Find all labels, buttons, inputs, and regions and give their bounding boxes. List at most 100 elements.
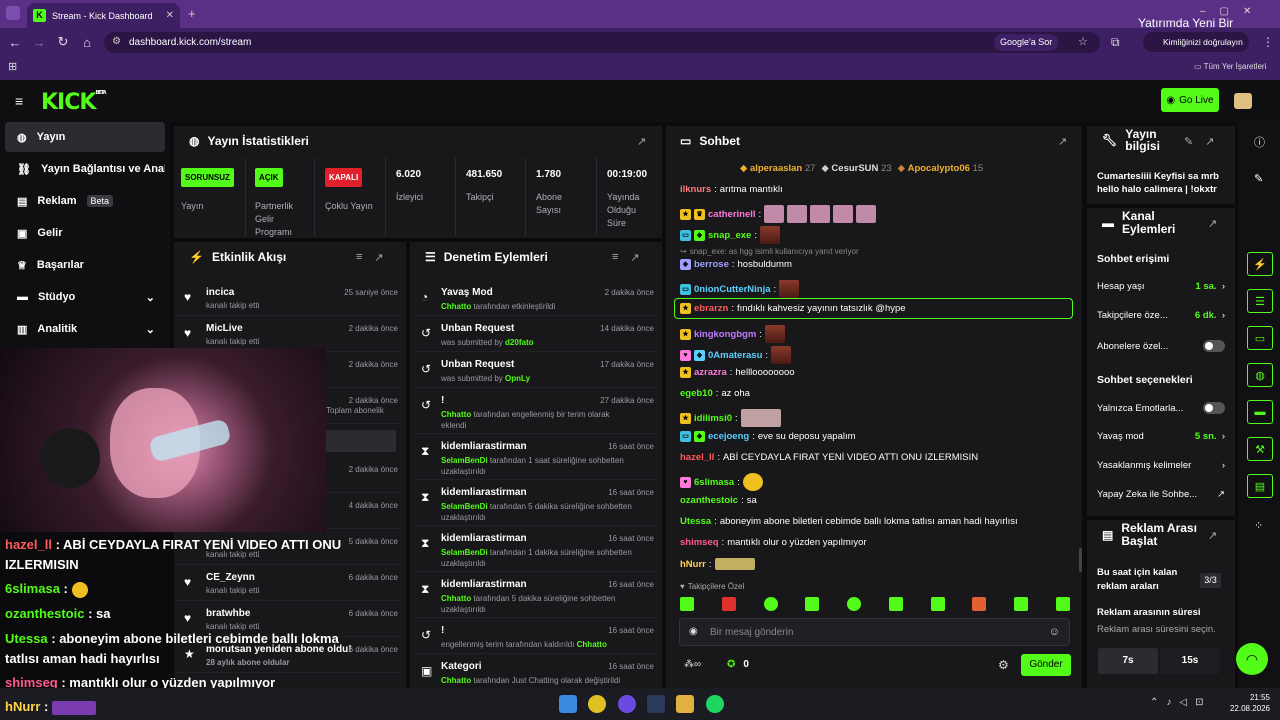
hamburger-menu-icon[interactable]: ≡ (15, 93, 23, 109)
list-icon[interactable]: ☰ (1247, 289, 1273, 313)
emotes-only-toggle[interactable] (1203, 402, 1225, 414)
emote-icon[interactable] (680, 597, 694, 611)
forward-icon[interactable]: → (27, 35, 51, 50)
tab-search-icon[interactable] (6, 6, 20, 20)
sidebar-item-achievements[interactable]: ♕ Başarılar (5, 250, 165, 280)
emotes-only-row[interactable]: Yalnızca Emotlarla... (1097, 402, 1225, 414)
subs-only-row[interactable]: Abonelere özel... (1097, 340, 1225, 352)
followers-only-row[interactable]: Takipçilere öze... 6 dk. › (1097, 310, 1225, 321)
ad-duration-15s-button[interactable]: 15s (1160, 648, 1220, 674)
list-item[interactable]: ⧗ kidemliarastirman Chhatto tarafından 5 d… (413, 573, 658, 618)
sidebar-item-revenue[interactable]: ▣ Gelir (5, 218, 165, 248)
chat-message[interactable]: ◈ berrose: hosbuldumm (680, 259, 792, 270)
list-item[interactable]: ♥ CE_Zeynn kanalı takip etti 6 dakika önce (176, 566, 402, 601)
home-icon[interactable]: ⌂ (75, 35, 99, 50)
chat-icon[interactable]: ▭ (1247, 326, 1273, 350)
emote-icon[interactable] (721, 597, 736, 611)
expand-icon[interactable]: ↗ (1208, 529, 1217, 542)
expand-icon[interactable]: ↗ (1058, 135, 1067, 148)
filter-icon[interactable]: ≡ (356, 251, 362, 264)
broadcast-icon[interactable]: ◍ (1247, 363, 1273, 387)
channel-points[interactable]: ✪ 0 (727, 659, 749, 670)
close-tab-icon[interactable]: ✕ (166, 10, 174, 21)
chat-message[interactable]: ★ idilimsi0: (680, 409, 781, 427)
sidebar-item-stream-key[interactable]: ⛓ Yayın Bağlantısı ve Anahtarı (5, 154, 165, 184)
sidebar-item-analytics[interactable]: ▥ Analitik ⌄ (5, 314, 165, 344)
extensions-icon[interactable]: ⧉ (1111, 35, 1120, 50)
apps-icon[interactable]: ⁘ (1254, 519, 1263, 532)
account-age-row[interactable]: Hesap yaşı 1 sa. › (1097, 281, 1225, 292)
info-icon[interactable]: ⓘ (1254, 134, 1265, 150)
kick-logo[interactable]: KICKBETA (41, 90, 107, 115)
gifter-item[interactable]: ◆ alperaaslan 27 (740, 163, 815, 174)
list-item[interactable]: ◔ Yavaş Mod Chhatto tarafından etkinleştir… (413, 281, 658, 316)
go-live-button[interactable]: ◉ Go Live (1161, 88, 1219, 112)
chrome-icon[interactable] (588, 695, 606, 713)
ai-chat-row[interactable]: Yapay Zeka ile Sohbe... ↗ (1097, 489, 1225, 500)
apps-icon[interactable]: ⊞ (8, 60, 17, 73)
chat-message[interactable]: ♥ 6slimasa: (680, 473, 763, 491)
expand-icon[interactable]: ↗ (374, 251, 383, 264)
chat-settings-icon[interactable]: ▬ (1247, 400, 1273, 424)
gifter-item[interactable]: ◆ Apocalypto06 15 (898, 163, 983, 174)
chat-message[interactable]: hNurr: (680, 558, 755, 570)
emoji-icon[interactable]: ☺ (1049, 626, 1060, 638)
chat-message[interactable]: ♥ ◈ 0Amaterasu: (680, 346, 792, 364)
chat-message[interactable]: ▭ 0nionCutterNinja: (680, 280, 800, 298)
emote-icon[interactable] (763, 597, 778, 611)
sidebar-item-stream[interactable]: ◍ Yayın (5, 122, 165, 152)
file-explorer-icon[interactable] (676, 695, 694, 713)
expand-icon[interactable]: ↗ (1208, 217, 1217, 230)
steam-icon[interactable] (647, 695, 665, 713)
edit-icon[interactable]: ✎ (1254, 172, 1263, 185)
emote-icon[interactable] (1055, 597, 1070, 611)
discord-icon[interactable] (618, 695, 636, 713)
subs-only-toggle[interactable] (1203, 340, 1225, 352)
list-item[interactable]: ♥ incica kanalı takip etti 25 saniye önce (176, 281, 402, 316)
chat-scrollbar[interactable] (1079, 548, 1082, 572)
identity-button[interactable]: Kimliğinizi doğrulayın (1143, 32, 1249, 52)
sidebar-item-studio[interactable]: ▬ Stüdyo ⌄ (5, 282, 165, 312)
wrench-icon[interactable]: ⚒ (1247, 437, 1273, 461)
list-item[interactable]: ↺ Unban Request was submitted by d20fato 14… (413, 317, 658, 352)
send-button[interactable]: Gönder (1021, 654, 1071, 676)
emote-icon[interactable] (1014, 597, 1029, 611)
list-item[interactable]: ↺ Unban Request was submitted by OpnLy 17 d… (413, 353, 658, 388)
bookmark-star-icon[interactable]: ☆ (1078, 35, 1088, 48)
back-icon[interactable]: ← (3, 35, 27, 50)
ad-icon[interactable]: ▤ (1247, 474, 1273, 498)
system-tray-icons[interactable]: ⌃♪◁⊡ (1150, 697, 1211, 708)
chat-message[interactable]: ▭ ◈ snap_exe: (680, 226, 780, 244)
list-item[interactable]: ⧗ kidemliarastirman SelamBenDi tarafından … (413, 481, 658, 526)
google-ask-button[interactable]: Google'a Sor (994, 34, 1059, 51)
omnibox[interactable]: ⚙ dashboard.kick.com/stream Google'a Sor… (104, 32, 1100, 53)
list-item[interactable]: ♥ MicLive kanalı takip etti 2 dakika önce (176, 317, 402, 352)
sidebar-item-ads[interactable]: ▤ Reklam Beta (5, 186, 165, 216)
chat-actions-icon[interactable]: ⁂∞ (684, 659, 701, 670)
browser-tab[interactable]: K Stream - Kick Dashboard ✕ (27, 3, 180, 28)
chat-message[interactable]: shimseq: mantıklı olur o yüzden yapılmıyo… (680, 537, 867, 548)
all-bookmarks[interactable]: ▭ Tüm Yer İşaretleri (1194, 62, 1266, 71)
list-item[interactable]: ↺! Chhatto tarafından engellenmiş bir ter… (413, 389, 658, 434)
chat-message[interactable]: ★ ♛ catherinell: (680, 205, 877, 223)
banned-words-row[interactable]: Yasaklanmış kelimeler › (1097, 460, 1225, 471)
chat-message[interactable]: ilknurs: arıtma mantıklı (680, 184, 783, 195)
clock[interactable]: 21:55 22.08.2026 (1228, 692, 1270, 714)
chat-message[interactable]: ★ azrazra: hellloooooooo (680, 367, 795, 378)
list-item[interactable]: ⧗ kidemliarastirman SelamBenDi tarafından … (413, 527, 658, 572)
filter-icon[interactable]: ≡ (612, 251, 618, 264)
chat-message[interactable]: ▭ ◈ ecejoeng: eve su deposu yapalım (680, 431, 856, 442)
list-item[interactable]: ▣ Kategori Chhatto tarafından Just Chattin… (413, 655, 658, 687)
expand-icon[interactable]: ↗ (1205, 135, 1214, 148)
emote-picker-icon[interactable]: ◉ (689, 626, 698, 637)
reload-icon[interactable]: ↻ (51, 34, 75, 50)
lightning-icon[interactable]: ⚡ (1247, 252, 1273, 276)
support-headset-icon[interactable]: ◠ (1236, 643, 1268, 675)
emote-icon[interactable] (930, 597, 945, 611)
emote-icon[interactable] (805, 597, 820, 611)
emote-icon[interactable] (888, 597, 903, 611)
chat-message[interactable]: ozanthestoic: sa (680, 495, 757, 506)
chat-input[interactable]: ◉ Bir mesaj gönderin ☺ (679, 618, 1070, 646)
spotify-icon[interactable] (706, 695, 724, 713)
ad-duration-7s-button[interactable]: 7s (1098, 648, 1158, 674)
